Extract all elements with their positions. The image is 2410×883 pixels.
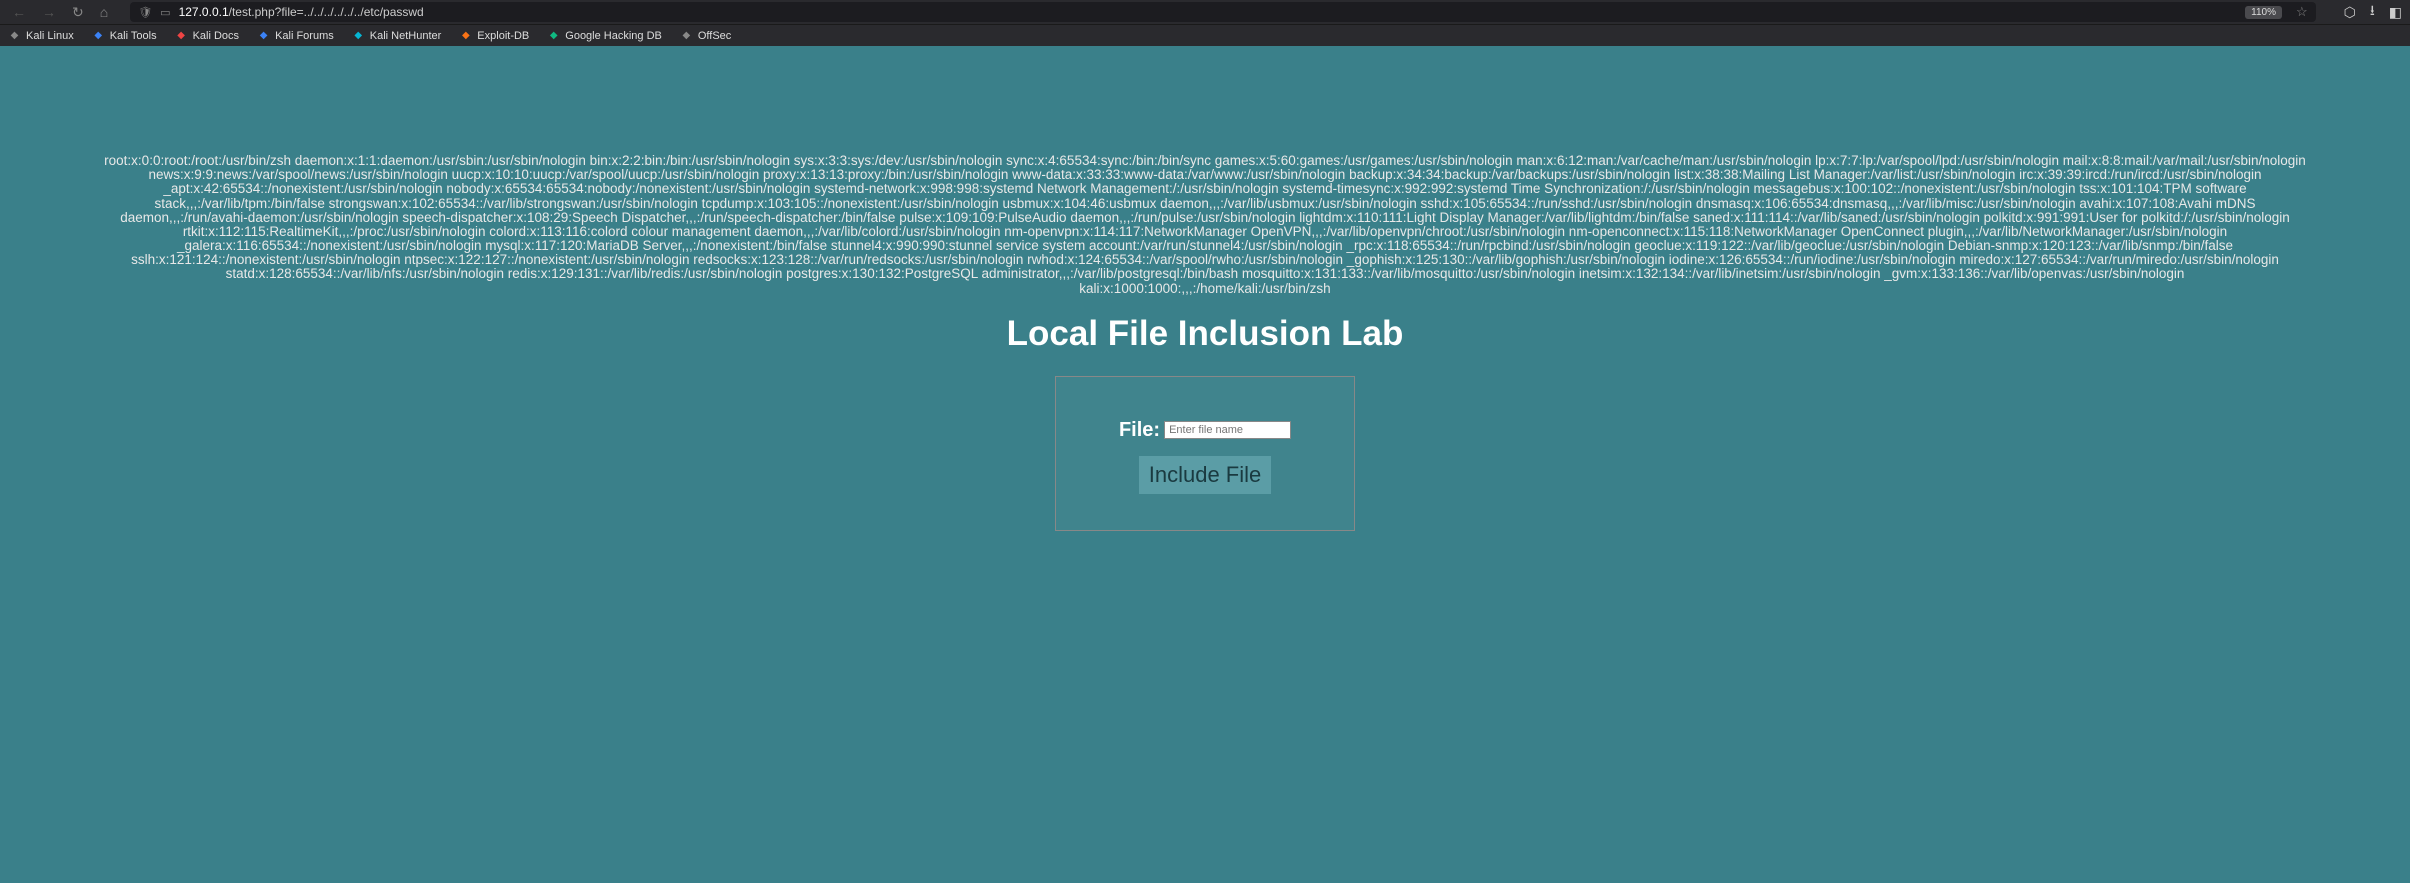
- bookmark-label: Kali Linux: [26, 30, 74, 42]
- bookmark-icon: ◆: [257, 29, 270, 42]
- bookmark-kali-forums[interactable]: ◆ Kali Forums: [257, 29, 334, 42]
- bookmark-label: Kali NetHunter: [370, 30, 442, 42]
- bookmark-google-hacking-db[interactable]: ◆ Google Hacking DB: [547, 29, 662, 42]
- bookmark-icon: ◆: [352, 29, 365, 42]
- bookmark-label: Exploit-DB: [477, 30, 529, 42]
- bookmark-kali-linux[interactable]: ◆ Kali Linux: [8, 29, 74, 42]
- bookmark-label: OffSec: [698, 30, 731, 42]
- shield-icon: 🛡: [138, 6, 152, 19]
- bookmark-icon: ◆: [8, 29, 21, 42]
- bookmark-icon: ◆: [92, 29, 105, 42]
- bookmark-kali-nethunter[interactable]: ◆ Kali NetHunter: [352, 29, 442, 42]
- home-button[interactable]: ⌂: [96, 2, 112, 22]
- downloads-icon[interactable]: ⭳: [2370, 0, 2375, 24]
- url-bar[interactable]: 🛡 ▭ 127.0.0.1/test.php?file=../../../../…: [130, 2, 2315, 22]
- page-content: root:x:0:0:root:/root:/usr/bin/zsh daemo…: [0, 46, 2410, 883]
- pocket-icon[interactable]: ⬡: [2344, 4, 2356, 21]
- bookmark-star-icon[interactable]: ☆: [2296, 4, 2308, 20]
- bookmarks-bar: ◆ Kali Linux ◆ Kali Tools ◆ Kali Docs ◆ Kali Fo…: [0, 24, 2410, 46]
- include-file-button[interactable]: Include File: [1139, 456, 1272, 494]
- reload-button[interactable]: ↻: [68, 2, 88, 23]
- browser-toolbar: ← → ↻ ⌂ 🛡 ▭ 127.0.0.1/test.php?file=../.…: [0, 0, 2410, 24]
- bookmark-kali-docs[interactable]: ◆ Kali Docs: [175, 29, 239, 42]
- zoom-badge[interactable]: 110%: [2245, 6, 2282, 19]
- extension-icon[interactable]: ◧: [2389, 4, 2402, 21]
- forward-button[interactable]: →: [38, 2, 60, 22]
- bookmark-icon: ◆: [459, 29, 472, 42]
- bookmark-icon: ◆: [547, 29, 560, 42]
- passwd-dump: root:x:0:0:root:/root:/usr/bin/zsh daemo…: [0, 154, 2410, 296]
- bookmark-label: Kali Docs: [193, 30, 239, 42]
- toolbar-right: ⬡ ⭳ ◧: [2344, 0, 2402, 24]
- bookmark-label: Google Hacking DB: [565, 30, 662, 42]
- bookmark-kali-tools[interactable]: ◆ Kali Tools: [92, 29, 157, 42]
- bookmark-icon: ◆: [680, 29, 693, 42]
- page-title: Local File Inclusion Lab: [0, 314, 2410, 354]
- page-info-icon: ▭: [160, 6, 170, 19]
- url-text: 127.0.0.1/test.php?file=../../../../../.…: [179, 5, 2238, 19]
- bookmark-label: Kali Tools: [110, 30, 157, 42]
- lfi-form: File: Include File: [1055, 376, 1355, 531]
- bookmark-exploit-db[interactable]: ◆ Exploit-DB: [459, 29, 529, 42]
- file-label: File:: [1119, 419, 1160, 442]
- bookmark-offsec[interactable]: ◆ OffSec: [680, 29, 731, 42]
- file-input[interactable]: [1164, 421, 1291, 439]
- bookmark-icon: ◆: [175, 29, 188, 42]
- bookmark-label: Kali Forums: [275, 30, 334, 42]
- back-button[interactable]: ←: [8, 2, 30, 22]
